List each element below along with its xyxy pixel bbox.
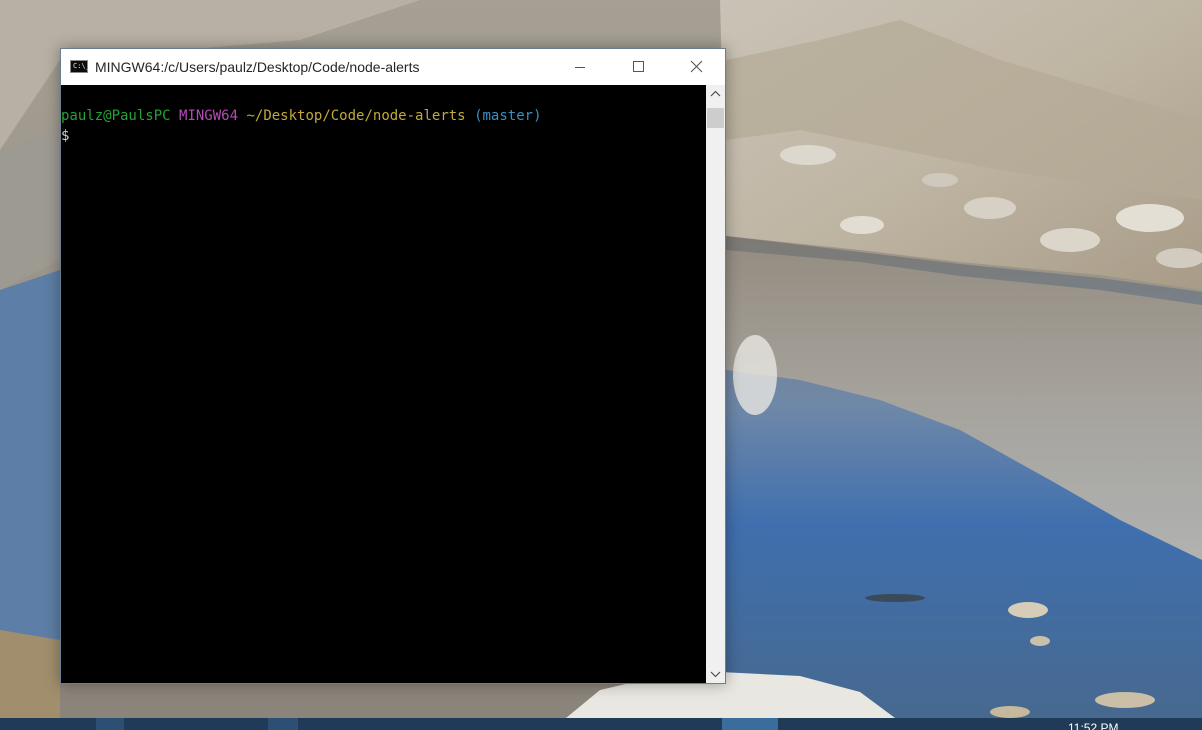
input-line[interactable]: $ (61, 126, 69, 146)
terminal-console[interactable]: paulz@PaulsPC MINGW64 ~/Desktop/Code/nod… (61, 85, 706, 683)
close-icon (690, 60, 703, 73)
prompt-user-host: paulz@PaulsPC (61, 108, 171, 124)
prompt-path: ~/Desktop/Code/node-alerts (246, 108, 466, 124)
minimize-button[interactable] (551, 49, 609, 85)
taskbar-clock[interactable]: 11:52 PM (1068, 721, 1118, 730)
maximize-icon (633, 61, 644, 72)
minimize-icon (575, 67, 585, 68)
taskbar: 11:52 PM (0, 718, 1202, 730)
scrollbar-thumb[interactable] (707, 108, 724, 128)
prompt-symbol: $ (61, 128, 70, 144)
prompt-git-branch: (master) (474, 108, 542, 124)
maximize-button[interactable] (609, 49, 667, 85)
prompt-line: paulz@PaulsPC MINGW64 ~/Desktop/Code/nod… (61, 106, 542, 126)
window-titlebar[interactable]: C:\_ MINGW64:/c/Users/paulz/Desktop/Code… (61, 49, 725, 85)
taskbar-pinned-app[interactable] (268, 718, 298, 730)
terminal-window[interactable]: C:\_ MINGW64:/c/Users/paulz/Desktop/Code… (60, 48, 726, 684)
chevron-up-icon (710, 90, 721, 97)
console-icon-label: C:\_ (73, 62, 90, 70)
chevron-down-icon (710, 671, 721, 678)
scroll-down-button[interactable] (706, 665, 725, 683)
prompt-system: MINGW64 (179, 108, 239, 124)
close-button[interactable] (667, 49, 725, 85)
console-icon[interactable]: C:\_ (70, 60, 90, 73)
taskbar-pinned-app[interactable] (96, 718, 124, 730)
scroll-up-button[interactable] (706, 85, 725, 103)
vertical-scrollbar[interactable] (706, 85, 725, 683)
window-title: MINGW64:/c/Users/paulz/Desktop/Code/node… (95, 59, 420, 75)
taskbar-active-app[interactable] (722, 718, 778, 730)
